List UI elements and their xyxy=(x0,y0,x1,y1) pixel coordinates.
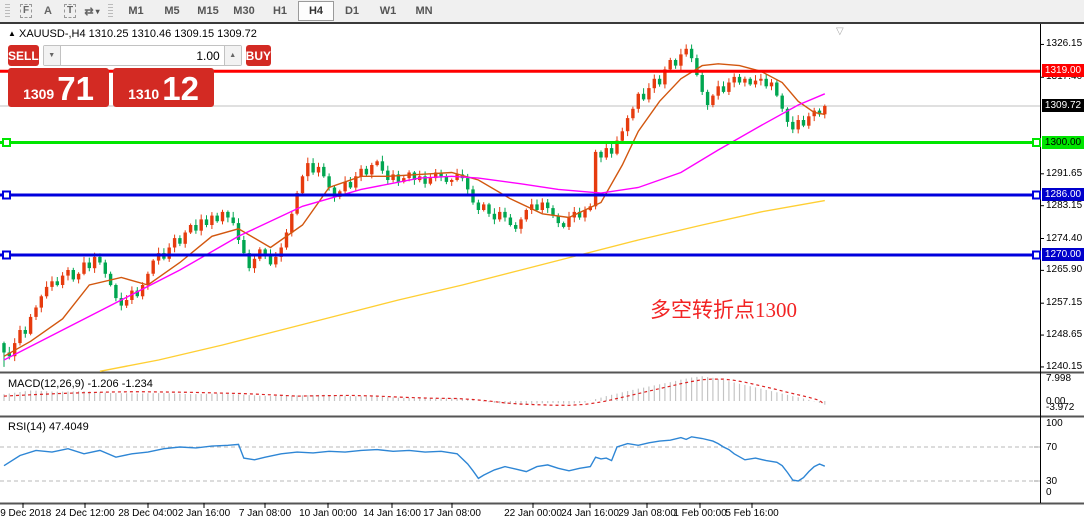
price-tick-label: 1283.15 xyxy=(1046,200,1082,211)
time-tick-label: 2 Jan 16:00 xyxy=(178,508,230,519)
sell-button[interactable]: SELL xyxy=(8,45,39,66)
price-tick-label: 1240.15 xyxy=(1046,361,1082,372)
rsi-axis-label: 100 xyxy=(1046,418,1063,429)
rsi-line xyxy=(4,437,825,481)
collapse-ohlc-icon[interactable]: ▲ xyxy=(8,29,16,38)
trading-terminal-window: FAT⇄▾ M1M5M15M30H1H4D1W1MN ▲ XAUUSD-,H4 … xyxy=(0,0,1084,529)
price-badge-1309.72: 1309.72 xyxy=(1042,99,1084,112)
time-tick-label: 17 Jan 08:00 xyxy=(423,508,481,519)
buy-quote[interactable]: 1310 12 xyxy=(113,68,214,107)
price-badge-1286.00: 1286.00 xyxy=(1042,188,1084,201)
sell-quote[interactable]: 1309 71 xyxy=(8,68,109,107)
sell-price-pips: 71 xyxy=(57,72,94,106)
rsi-axis-label: 0 xyxy=(1046,487,1052,498)
time-tick-label: 28 Dec 04:00 xyxy=(118,508,178,519)
macd-axis-label: 7.998 xyxy=(1046,373,1071,384)
price-tick-label: 1265.90 xyxy=(1046,264,1082,275)
hline-anchor[interactable] xyxy=(1033,252,1040,259)
time-tick-label: 7 Jan 08:00 xyxy=(239,508,291,519)
hline-anchor[interactable] xyxy=(1033,192,1040,199)
one-click-trading-panel: SELL ▼ ▲ BUY 1309 71 1310 12 xyxy=(8,45,218,107)
price-badge-1319.00: 1319.00 xyxy=(1042,64,1084,77)
volume-input[interactable] xyxy=(60,46,225,65)
hline-anchor[interactable] xyxy=(3,192,10,199)
time-tick-label: 24 Dec 12:00 xyxy=(55,508,115,519)
rsi-indicator-label: RSI(14) 47.4049 xyxy=(8,421,89,433)
buy-price-pips: 12 xyxy=(162,72,199,106)
volume-decrease-button[interactable]: ▼ xyxy=(44,46,60,65)
price-tick-label: 1291.65 xyxy=(1046,168,1082,179)
time-tick-label: 24 Jan 16:00 xyxy=(561,508,619,519)
symbol-period-label: XAUUSD-,H4 xyxy=(19,28,86,40)
rsi-axis-label: 70 xyxy=(1046,442,1057,453)
price-tick-label: 1274.40 xyxy=(1046,233,1082,244)
time-tick-label: 29 Jan 08:00 xyxy=(618,508,676,519)
hline-anchor[interactable] xyxy=(3,252,10,259)
time-tick-label: 5 Feb 16:00 xyxy=(725,508,778,519)
ohlc-values: 1310.25 1310.46 1309.15 1309.72 xyxy=(89,28,257,40)
rsi-axis-label: 30 xyxy=(1046,476,1057,487)
chart-title: ▲ XAUUSD-,H4 1310.25 1310.46 1309.15 130… xyxy=(8,28,257,40)
price-tick-label: 1248.65 xyxy=(1046,329,1082,340)
buy-price-big-figure: 1310 xyxy=(128,86,159,102)
time-tick-label: 10 Jan 00:00 xyxy=(299,508,357,519)
scroll-to-end-icon[interactable]: ▽ xyxy=(836,26,844,37)
macd-axis-label: -3.972 xyxy=(1046,402,1074,413)
ma-line-slow xyxy=(100,201,825,372)
volume-stepper: ▼ ▲ xyxy=(43,45,242,66)
buy-button[interactable]: BUY xyxy=(246,45,271,66)
macd-indicator-label: MACD(12,26,9) -1.206 -1.234 xyxy=(8,378,153,390)
time-tick-label: 22 Jan 00:00 xyxy=(504,508,562,519)
volume-increase-button[interactable]: ▲ xyxy=(225,46,241,65)
price-tick-label: 1326.15 xyxy=(1046,38,1082,49)
time-tick-label: 19 Dec 2018 xyxy=(0,508,51,519)
hline-anchor[interactable] xyxy=(3,139,10,146)
hline-anchor[interactable] xyxy=(1033,139,1040,146)
price-badge-1270.00: 1270.00 xyxy=(1042,248,1084,261)
chart-text-annotation: 多空转折点1300 xyxy=(650,294,797,324)
time-tick-label: 14 Jan 16:00 xyxy=(363,508,421,519)
sell-price-big-figure: 1309 xyxy=(23,86,54,102)
time-tick-label: 1 Feb 00:00 xyxy=(673,508,726,519)
price-badge-1300.00: 1300.00 xyxy=(1042,136,1084,149)
price-tick-label: 1257.15 xyxy=(1046,297,1082,308)
